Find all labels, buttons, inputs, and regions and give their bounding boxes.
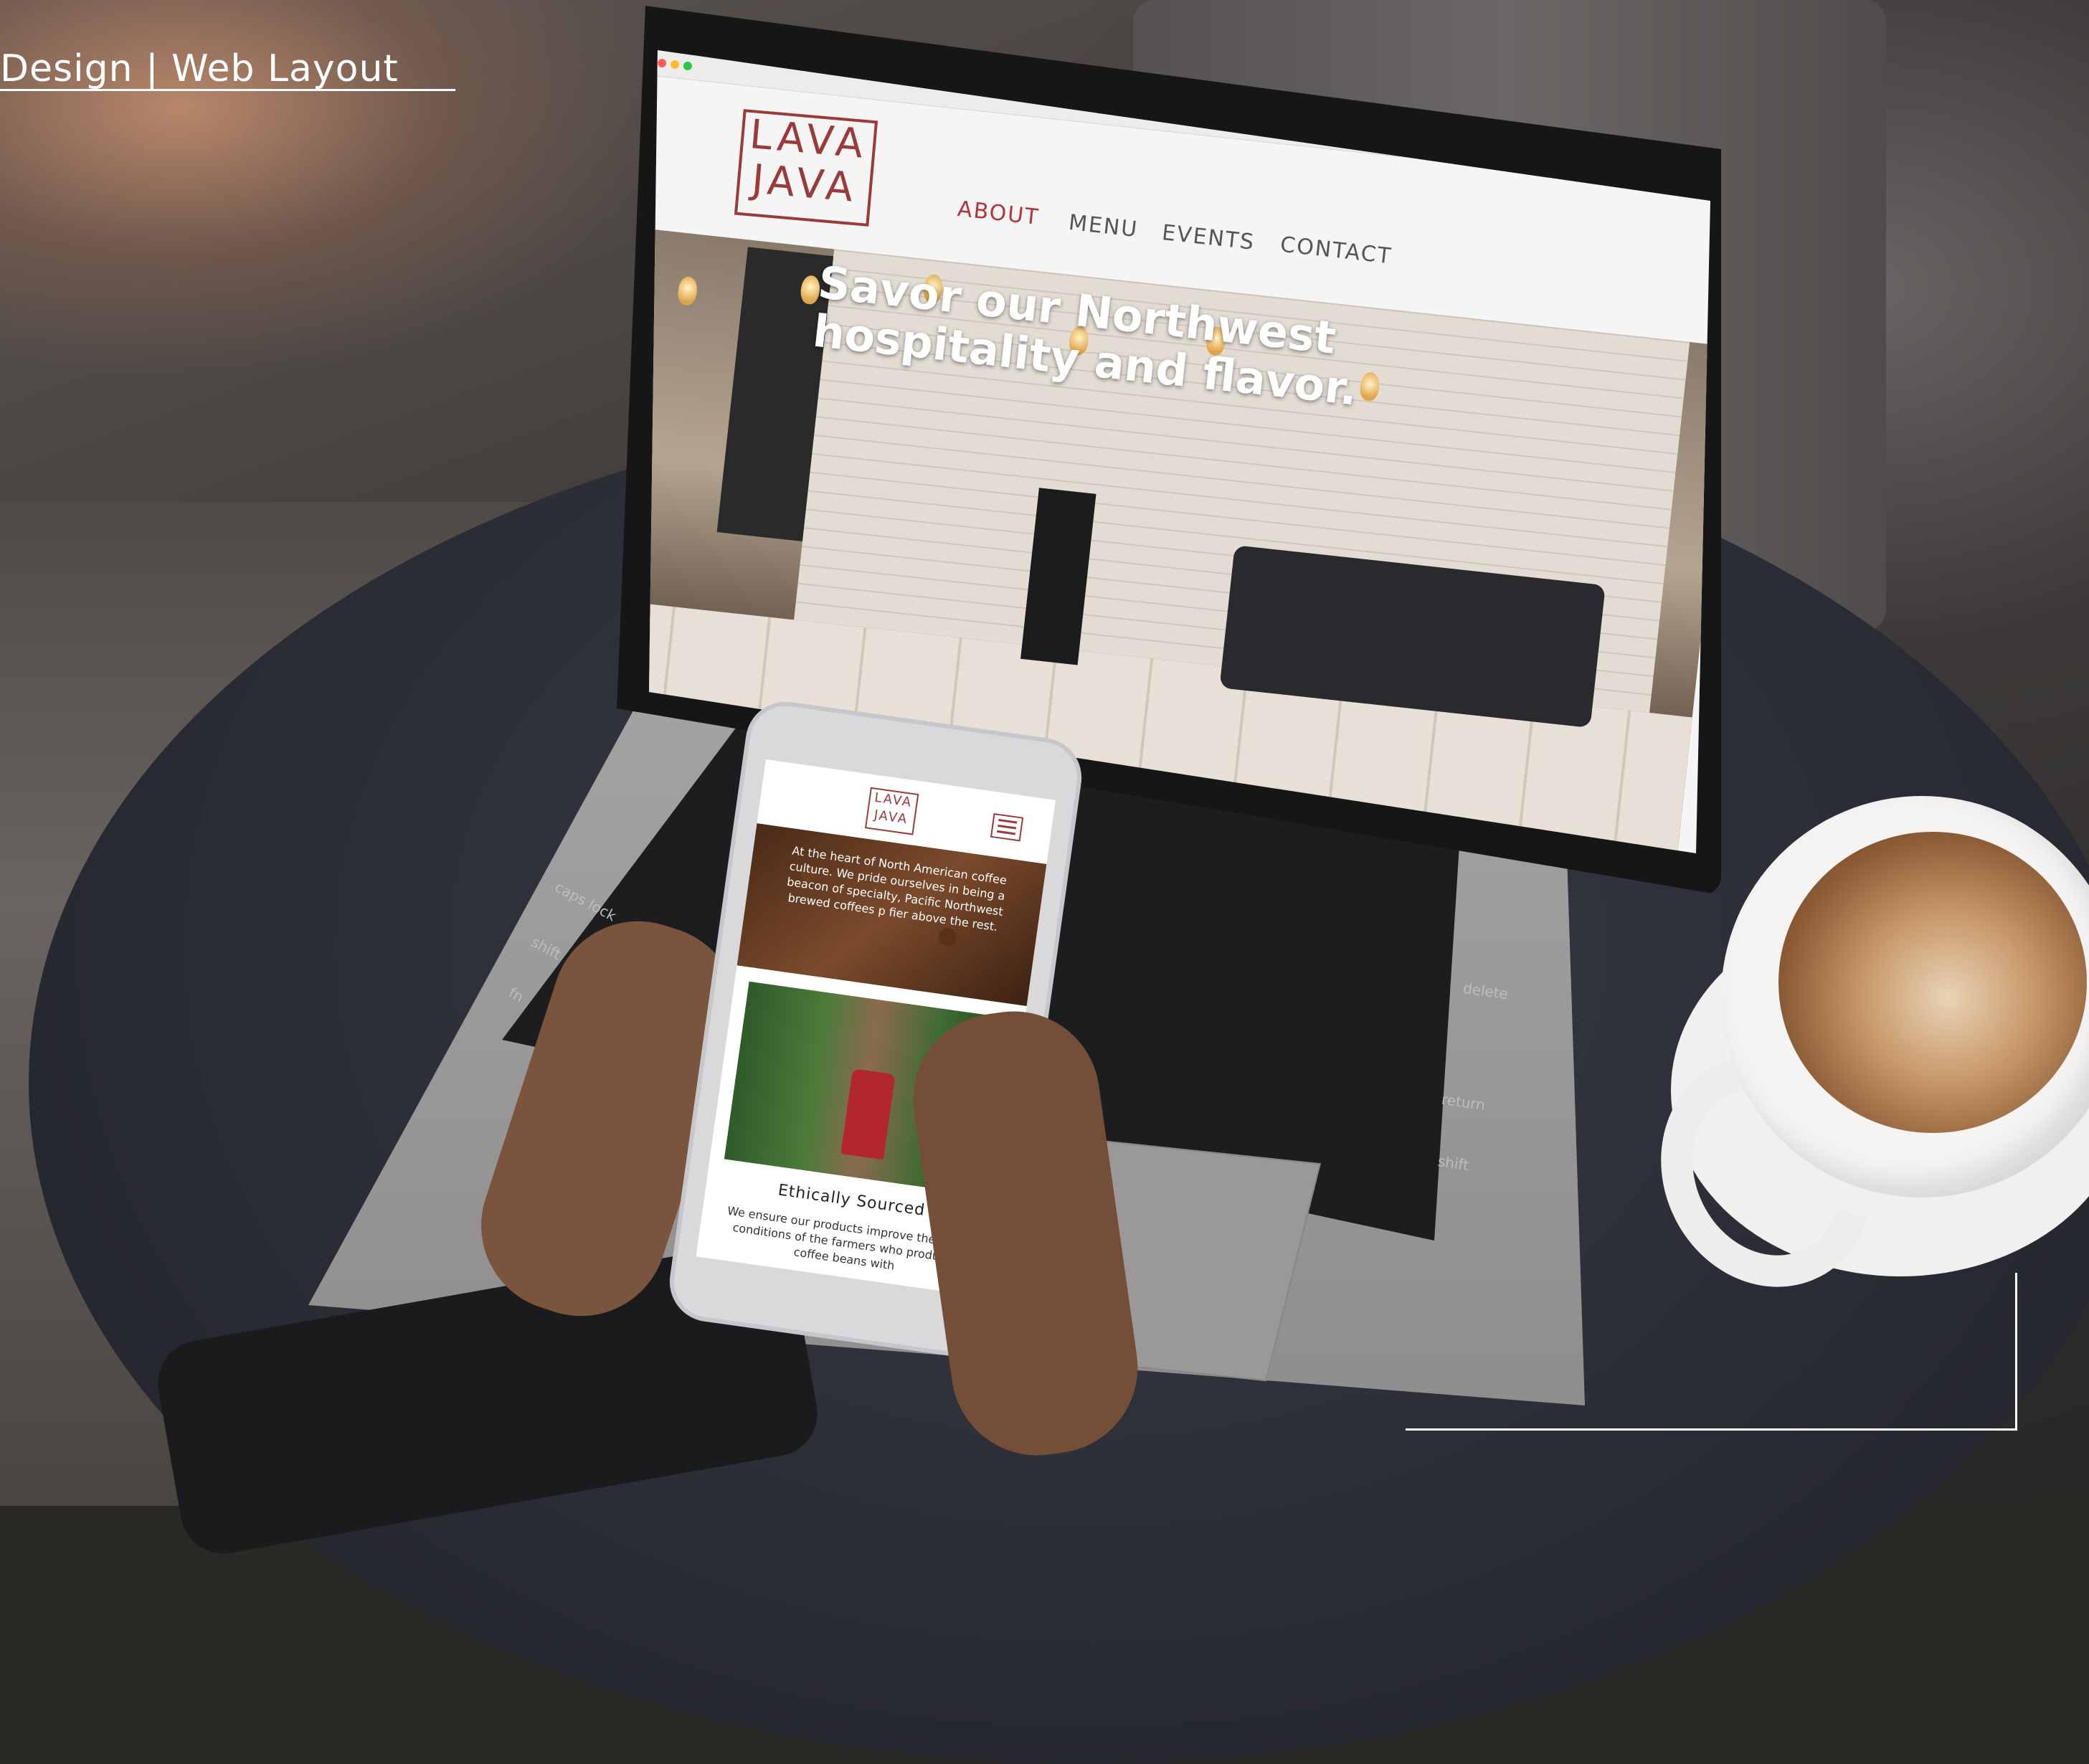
hamburger-menu-icon[interactable] — [990, 812, 1024, 842]
nav-menu[interactable]: MENU — [1067, 210, 1139, 242]
minimize-window-icon[interactable] — [670, 60, 680, 70]
farmer-figure — [840, 1068, 896, 1160]
nav-about[interactable]: ABOUT — [956, 196, 1041, 230]
close-window-icon[interactable] — [657, 58, 667, 68]
site-logo[interactable]: LAVA JAVA — [734, 109, 878, 227]
nav-contact[interactable]: CONTACT — [1279, 232, 1393, 270]
coffee-latte — [1778, 832, 2087, 1133]
nav-events[interactable]: EVENTS — [1160, 220, 1256, 255]
deck-title-rule — [0, 89, 455, 91]
corner-frame-vertical — [2015, 1273, 2017, 1431]
logo-line-2: JAVA — [749, 156, 860, 212]
mobile-site-logo[interactable]: LAVA JAVA — [864, 787, 919, 835]
pendant-bulb-icon — [676, 275, 698, 306]
deck-title: Design | Web Layout — [0, 47, 399, 90]
zoom-window-icon[interactable] — [683, 61, 693, 71]
corner-frame-horizontal — [1406, 1428, 2017, 1431]
